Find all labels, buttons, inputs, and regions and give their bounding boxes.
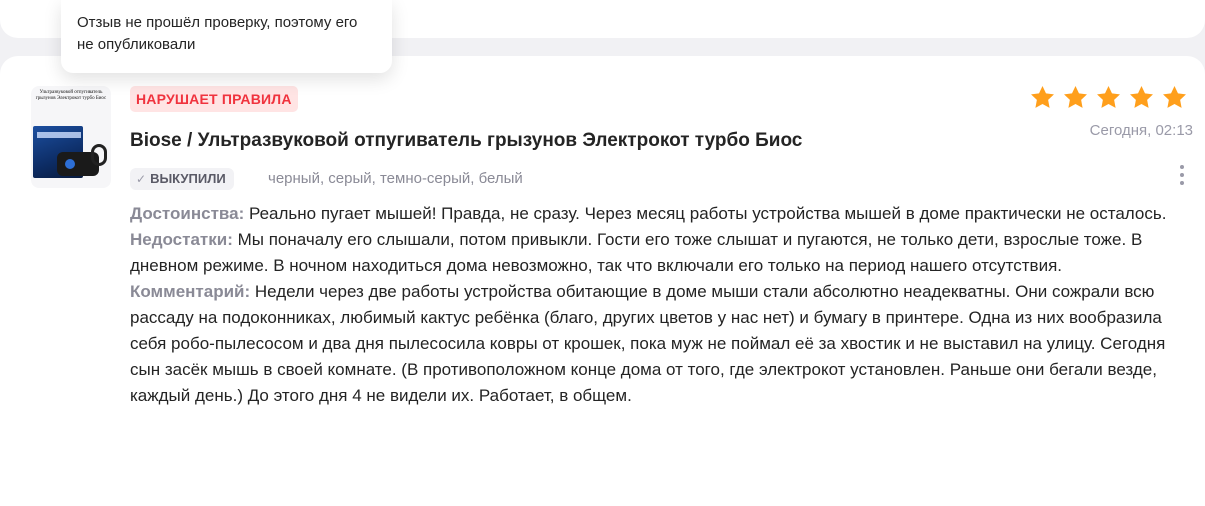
comment-section: Комментарий: Недели через две работы уст… — [130, 279, 1190, 409]
product-thumbnail[interactable]: Ультразвуковой отпугиватель грызунов Эле… — [31, 86, 111, 188]
star-icon — [1029, 84, 1056, 111]
star-icon — [1161, 84, 1188, 111]
rating-stars — [1029, 84, 1188, 111]
star-icon — [1095, 84, 1122, 111]
comment-text: Недели через две работы устройства обита… — [130, 282, 1166, 405]
product-box-label — [37, 132, 81, 138]
purchased-badge: ✓ ВЫКУПИЛИ — [130, 168, 234, 190]
pros-section: Достоинства: Реально пугает мышей! Правд… — [130, 201, 1190, 227]
device-cord — [91, 144, 107, 166]
thumbnail-caption: Ультразвуковой отпугиватель грызунов Эле… — [35, 90, 107, 101]
cons-label: Недостатки: — [130, 230, 233, 249]
star-icon — [1128, 84, 1155, 111]
more-vertical-icon[interactable] — [1172, 160, 1192, 190]
tooltip-text: Отзыв не прошёл проверку, поэтому его не… — [77, 14, 358, 53]
check-icon: ✓ — [136, 172, 147, 186]
review-card: Ультразвуковой отпугиватель грызунов Эле… — [0, 56, 1205, 506]
product-variant: черный, серый, темно-серый, белый — [268, 170, 523, 187]
star-icon — [1062, 84, 1089, 111]
dot — [1180, 165, 1184, 169]
product-title[interactable]: Biose / Ультразвуковой отпугиватель грыз… — [130, 129, 802, 153]
comment-label: Комментарий: — [130, 282, 251, 301]
violation-badge: НАРУШАЕТ ПРАВИЛА — [130, 86, 298, 112]
cons-text: Мы поначалу его слышали, потом привыкли.… — [130, 230, 1143, 275]
dot — [1180, 173, 1184, 177]
device-light — [65, 159, 75, 169]
dot — [1180, 181, 1184, 185]
moderation-tooltip: Отзыв не прошёл проверку, поэтому его не… — [61, 0, 392, 73]
pros-label: Достоинства: — [130, 204, 245, 223]
review-date: Сегодня, 02:13 — [1089, 122, 1193, 139]
purchased-label: ВЫКУПИЛИ — [150, 171, 226, 186]
pros-text: Реально пугает мышей! Правда, не сразу. … — [249, 204, 1167, 223]
review-text: Достоинства: Реально пугает мышей! Правд… — [130, 201, 1190, 409]
cons-section: Недостатки: Мы поначалу его слышали, пот… — [130, 227, 1190, 279]
